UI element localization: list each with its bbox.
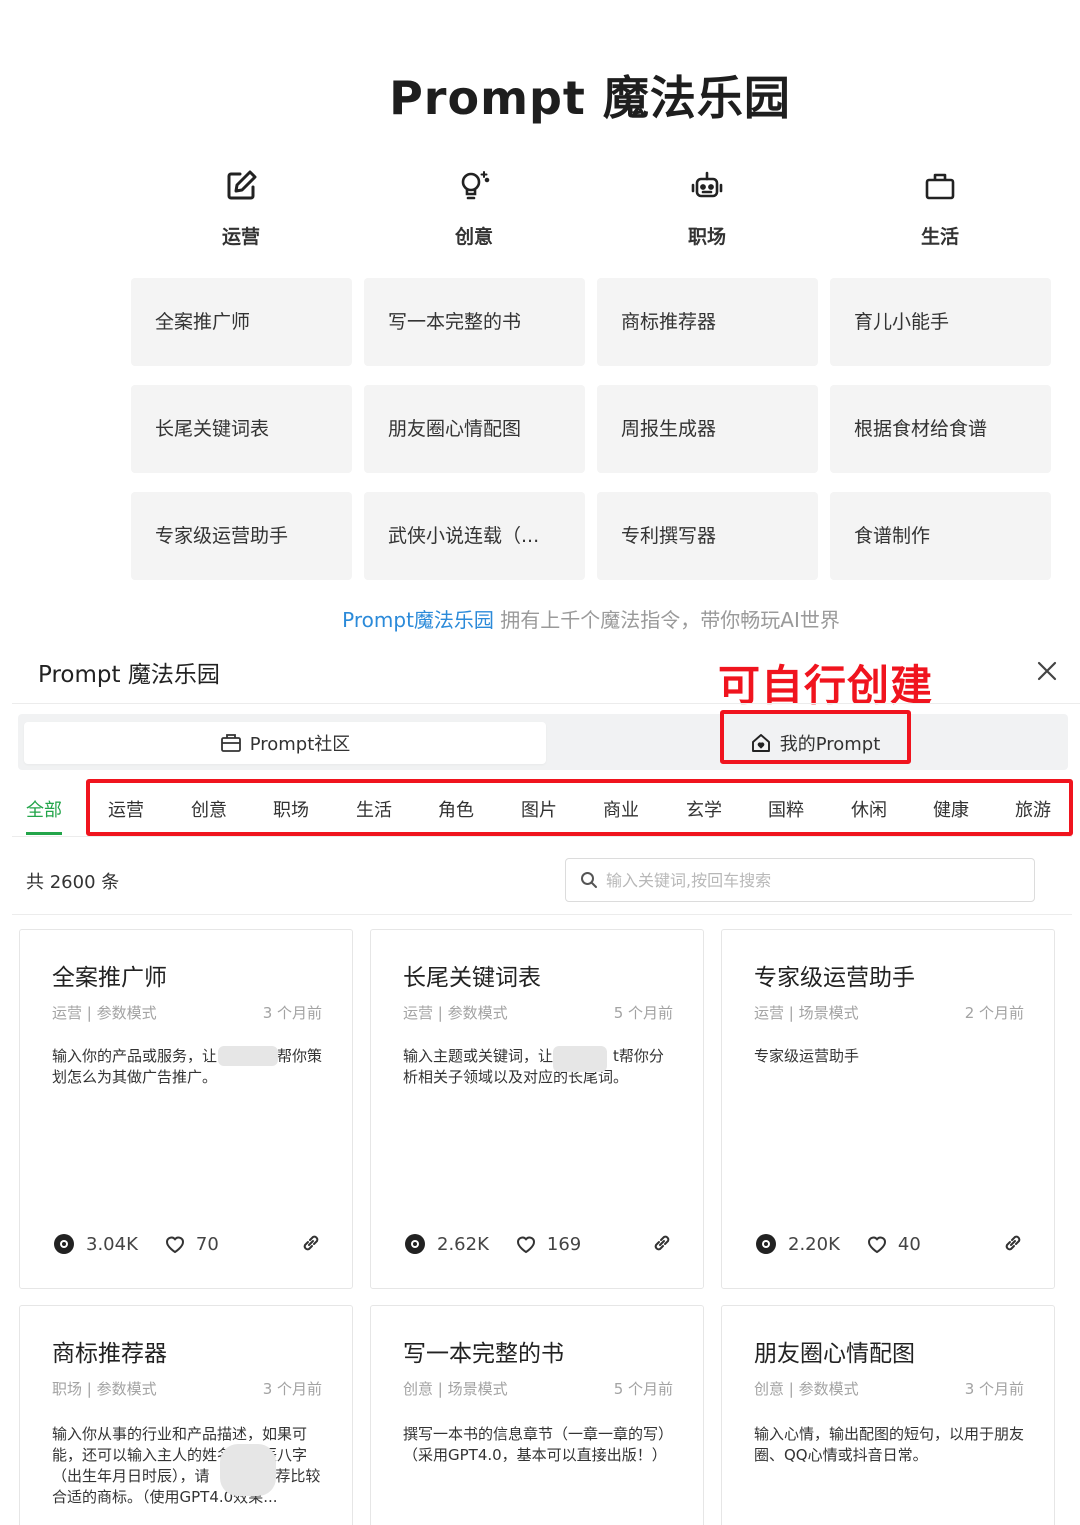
card-title: 专家级运营助手 — [754, 965, 915, 991]
card-tags: 创意 | 参数模式 — [754, 1380, 859, 1398]
search-input[interactable] — [606, 870, 1026, 890]
search-box[interactable] — [565, 858, 1035, 902]
card-description: 输入你从事的行业和产品描述，如果可能，还可以输入主人的姓名 辰八字（出生年月日时… — [52, 1425, 321, 1506]
divider — [12, 914, 1072, 915]
heart-icon[interactable] — [515, 1234, 537, 1254]
like-count: 70 — [195, 1233, 219, 1255]
card-title: 朋友圈心情配图 — [754, 1341, 915, 1367]
prompt-tile[interactable]: 全案推广师 — [131, 278, 352, 366]
category-label: 创意 — [454, 226, 493, 248]
briefcase-icon — [220, 734, 241, 752]
prompt-tile[interactable]: 食谱制作 — [830, 492, 1051, 580]
annotation-box — [86, 779, 1073, 836]
tab-community[interactable]: Prompt社区 — [24, 722, 546, 764]
promo-text: 拥有上千个魔法指令，带你畅玩AI世界 — [493, 608, 840, 632]
redaction-blur — [553, 1046, 607, 1072]
card-time: 2 个月前 — [964, 1004, 1024, 1022]
card-description: 专家级运营助手 — [754, 1047, 860, 1065]
prompt-tile[interactable]: 写一本完整的书 — [364, 278, 585, 366]
prompt-tile[interactable]: 武侠小说连载（... — [364, 492, 585, 580]
link-icon[interactable] — [1002, 1232, 1024, 1254]
prompt-card[interactable]: 朋友圈心情配图 创意 | 参数模式 3 个月前 输入心情，输出配图的短句，以用于… — [721, 1305, 1055, 1525]
like-count: 40 — [897, 1233, 921, 1255]
search-icon — [581, 872, 597, 888]
card-time: 5 个月前 — [613, 1380, 673, 1398]
prompt-tile[interactable]: 长尾关键词表 — [131, 385, 352, 473]
close-icon[interactable] — [1034, 658, 1060, 684]
divider — [12, 836, 1072, 837]
link-icon[interactable] — [300, 1232, 322, 1254]
card-stats: 2.62K 169 — [403, 1232, 581, 1256]
category-label: 生活 — [920, 226, 959, 248]
heart-icon[interactable] — [164, 1234, 186, 1254]
divider — [12, 703, 1080, 704]
prompt-tile[interactable]: 专家级运营助手 — [131, 492, 352, 580]
card-tags: 运营 | 参数模式 — [52, 1004, 157, 1022]
card-description: 输入你的产品或服务，让 帮你策划怎么为其做广告推广。 — [52, 1047, 323, 1086]
promo-line: Prompt魔法乐园 拥有上千个魔法指令，带你畅玩AI世界 — [0, 604, 1080, 633]
heart-icon[interactable] — [866, 1234, 888, 1254]
active-tab-indicator — [26, 832, 62, 835]
card-tags: 运营 | 场景模式 — [754, 1004, 859, 1022]
category-label: 职场 — [687, 226, 726, 248]
prompt-card[interactable]: 全案推广师 运营 | 参数模式 3 个月前 输入你的产品或服务，让 帮你策划怎么… — [19, 929, 353, 1289]
view-count: 2.62K — [437, 1233, 489, 1255]
card-title: 全案推广师 — [52, 965, 167, 991]
tab-label: Prompt社区 — [249, 734, 351, 755]
category-workplace[interactable]: 职场 — [647, 168, 767, 249]
card-stats: 3.04K 70 — [52, 1232, 219, 1256]
prompt-tile[interactable]: 周报生成器 — [597, 385, 818, 473]
card-title: 长尾关键词表 — [403, 965, 541, 991]
view-count: 2.20K — [788, 1233, 840, 1255]
prompt-card[interactable]: 专家级运营助手 运营 | 场景模式 2 个月前 专家级运营助手 2.20K 40 — [721, 929, 1055, 1289]
result-count: 共 2600 条 — [26, 872, 120, 893]
prompt-card[interactable]: 写一本完整的书 创意 | 场景模式 5 个月前 撰写一本书的信息章节（一章一章的… — [370, 1305, 704, 1525]
category-operations[interactable]: 运营 — [181, 168, 301, 249]
lightbulb-icon — [461, 171, 490, 200]
robot-icon — [691, 171, 723, 198]
card-description: 输入心情，输出配图的短句，以用于朋友圈、QQ心情或抖音日常。 — [754, 1425, 1025, 1464]
view-count: 3.04K — [86, 1233, 138, 1255]
card-tags: 创意 | 场景模式 — [403, 1380, 508, 1398]
promo-brand-link[interactable]: Prompt魔法乐园 — [342, 608, 494, 632]
prompt-card[interactable]: 商标推荐器 职场 | 参数模式 3 个月前 输入你从事的行业和产品描述，如果可能… — [19, 1305, 353, 1525]
prompt-tile[interactable]: 商标推荐器 — [597, 278, 818, 366]
eye-icon — [756, 1234, 776, 1254]
category-life[interactable]: 生活 — [880, 168, 1000, 249]
link-icon[interactable] — [651, 1232, 673, 1254]
category-label: 运营 — [221, 226, 260, 248]
card-tags: 职场 | 参数模式 — [52, 1380, 157, 1398]
briefcase-icon — [925, 173, 955, 200]
card-stats: 2.20K 40 — [754, 1232, 921, 1256]
prompt-tile[interactable]: 育儿小能手 — [830, 278, 1051, 366]
eye-icon — [54, 1234, 74, 1254]
redaction-blur — [218, 1046, 278, 1066]
category-creative[interactable]: 创意 — [414, 168, 534, 249]
card-title: 商标推荐器 — [52, 1341, 167, 1367]
prompt-tile[interactable]: 根据食材给食谱 — [830, 385, 1051, 473]
card-tags: 运营 | 参数模式 — [403, 1004, 508, 1022]
eye-icon — [405, 1234, 425, 1254]
filter-tab-all[interactable]: 全部 — [26, 796, 62, 822]
card-time: 3 个月前 — [262, 1004, 322, 1022]
annotation-box — [720, 710, 911, 764]
prompt-tile[interactable]: 专利撰写器 — [597, 492, 818, 580]
prompt-tile[interactable]: 朋友圈心情配图 — [364, 385, 585, 473]
card-time: 3 个月前 — [262, 1380, 322, 1398]
card-description: 输入主题或关键词，让 t帮你分析相关子领域以及对应的长尾词。 — [403, 1047, 664, 1086]
panel-title: Prompt 魔法乐园 — [38, 662, 220, 688]
card-description: 撰写一本书的信息章节（一章一章的写）（采用GPT4.0，基本可以直接出版！） — [403, 1425, 674, 1464]
like-count: 169 — [546, 1233, 582, 1255]
card-title: 写一本完整的书 — [403, 1341, 564, 1367]
redaction-blur — [220, 1444, 276, 1496]
edit-icon — [227, 170, 257, 200]
card-time: 5 个月前 — [613, 1004, 673, 1022]
card-time: 3 个月前 — [964, 1380, 1024, 1398]
prompt-card[interactable]: 长尾关键词表 运营 | 参数模式 5 个月前 输入主题或关键词，让 t帮你分析相… — [370, 929, 704, 1289]
hero-title: Prompt 魔法乐园 — [389, 71, 791, 125]
